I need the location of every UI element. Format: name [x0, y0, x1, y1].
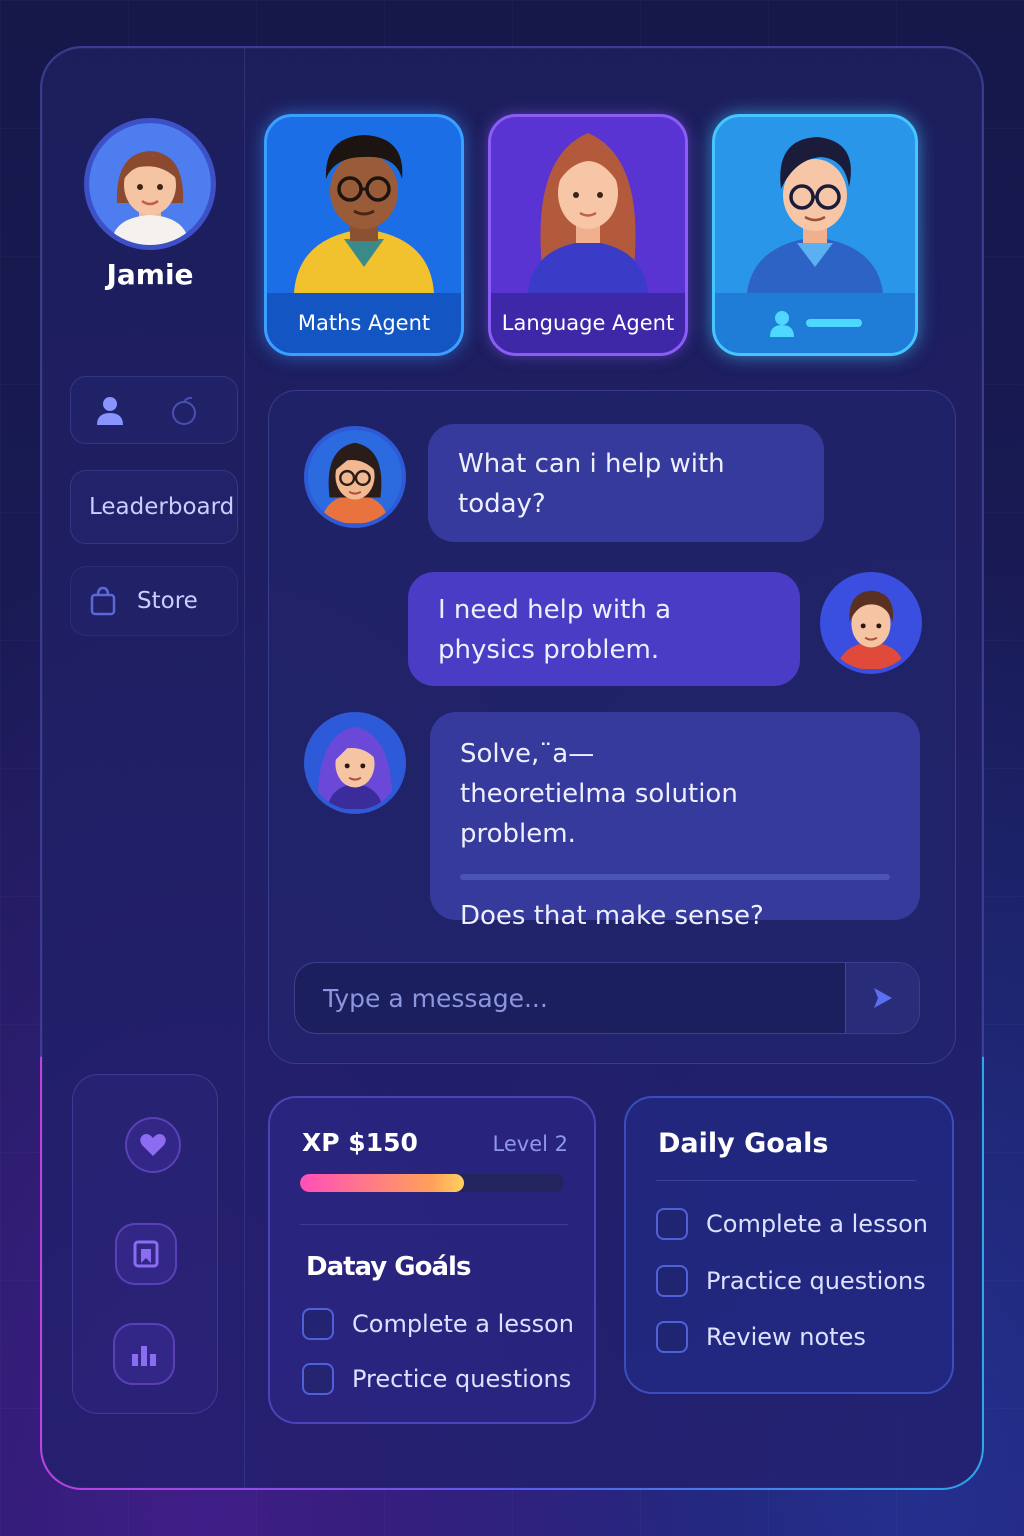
agent-card-custom[interactable]	[712, 114, 918, 356]
message-text: What can i help with today?	[458, 449, 725, 519]
message-divider	[460, 874, 890, 880]
daily-goals-divider	[656, 1180, 916, 1181]
daily-goal-item[interactable]: Complete a lesson	[656, 1208, 928, 1240]
agent-avatar	[304, 712, 406, 814]
user-icon	[770, 311, 794, 337]
message-text: I need help with a physics problem.	[438, 595, 671, 665]
level-label: Level 2	[492, 1132, 568, 1156]
goal-item[interactable]: Complete a lesson	[302, 1308, 574, 1340]
message-composer	[294, 962, 920, 1034]
sidebar-item-store[interactable]: Store	[70, 566, 238, 636]
agent-avatar	[304, 426, 406, 528]
name-placeholder-bar	[806, 319, 862, 327]
favorites-button[interactable]	[125, 1117, 181, 1173]
user-avatar[interactable]	[84, 118, 216, 250]
sidebar-divider	[244, 48, 245, 1488]
bookmark-icon	[133, 1240, 159, 1268]
sidebar-icon-row	[70, 376, 238, 444]
chat-message-user: I need help with a physics problem.	[408, 572, 800, 686]
xp-card: XP $150 Level 2 Datay Goáls Complete a l…	[268, 1096, 596, 1424]
daily-goal-item[interactable]: Practice questions	[656, 1265, 926, 1297]
goal-label: Precticе questions	[352, 1365, 572, 1393]
goal-checkbox[interactable]	[656, 1208, 688, 1240]
sidebar-item-leaderboard[interactable]: Leaderboard	[70, 470, 238, 544]
daily-goals-card: Daily Goals Complete a lesson Practice q…	[624, 1096, 954, 1394]
stats-button[interactable]	[113, 1323, 175, 1385]
send-arrow-icon	[873, 988, 892, 1008]
goal-label: Complete a lesson	[706, 1210, 928, 1238]
language-agent-portrait	[491, 117, 685, 293]
goal-checkbox[interactable]	[302, 1308, 334, 1340]
goals-title: Datay Goáls	[306, 1252, 471, 1282]
goal-label: Complete a lesson	[352, 1310, 574, 1338]
xp-label: XP $150	[302, 1128, 418, 1157]
message-followup: Does that make sense?	[460, 901, 764, 931]
goal-checkbox[interactable]	[656, 1321, 688, 1353]
message-text: Solve,¨a—theoretielma solution problem.	[460, 739, 738, 849]
user-chat-avatar	[820, 572, 922, 674]
send-button[interactable]	[845, 963, 919, 1033]
daily-goal-item[interactable]: Review notes	[656, 1321, 866, 1353]
sidebar-item-label: Leaderboard	[89, 494, 235, 520]
custom-agent-portrait	[715, 117, 915, 293]
xp-divider	[300, 1224, 568, 1225]
shopping-bag-icon	[90, 586, 116, 616]
heart-icon	[140, 1134, 166, 1156]
message-input[interactable]	[295, 963, 845, 1033]
bookmarks-button[interactable]	[115, 1223, 177, 1285]
agent-card-label	[715, 293, 915, 353]
goal-label: Practice questions	[706, 1267, 926, 1295]
goal-label: Review notes	[706, 1323, 866, 1351]
user-icon[interactable]	[93, 393, 127, 427]
bar-chart-icon	[132, 1346, 156, 1366]
xp-progress-bar	[300, 1174, 564, 1192]
chat-message-agent: What can i help with today?	[428, 424, 824, 542]
xp-progress-fill	[300, 1174, 464, 1192]
agent-card-language[interactable]: Language Agent	[488, 114, 688, 356]
agent-card-label: Maths Agent	[267, 293, 461, 353]
agent-card-label: Language Agent	[491, 293, 685, 353]
agent-card-maths[interactable]: Maths Agent	[264, 114, 464, 356]
tool-panel	[72, 1074, 218, 1414]
goal-checkbox[interactable]	[302, 1363, 334, 1395]
maths-agent-portrait	[267, 117, 461, 293]
goal-checkbox[interactable]	[656, 1265, 688, 1297]
daily-goals-title: Daily Goals	[658, 1128, 829, 1159]
apple-icon[interactable]	[167, 393, 201, 427]
username: Jamie	[106, 258, 194, 291]
user-profile[interactable]: Jamie	[84, 118, 216, 291]
goal-item[interactable]: Precticе questions	[302, 1363, 571, 1395]
chat-message-agent: Solve,¨a—theoretielma solution problem. …	[430, 712, 920, 931]
sidebar-item-label: Store	[137, 588, 198, 614]
